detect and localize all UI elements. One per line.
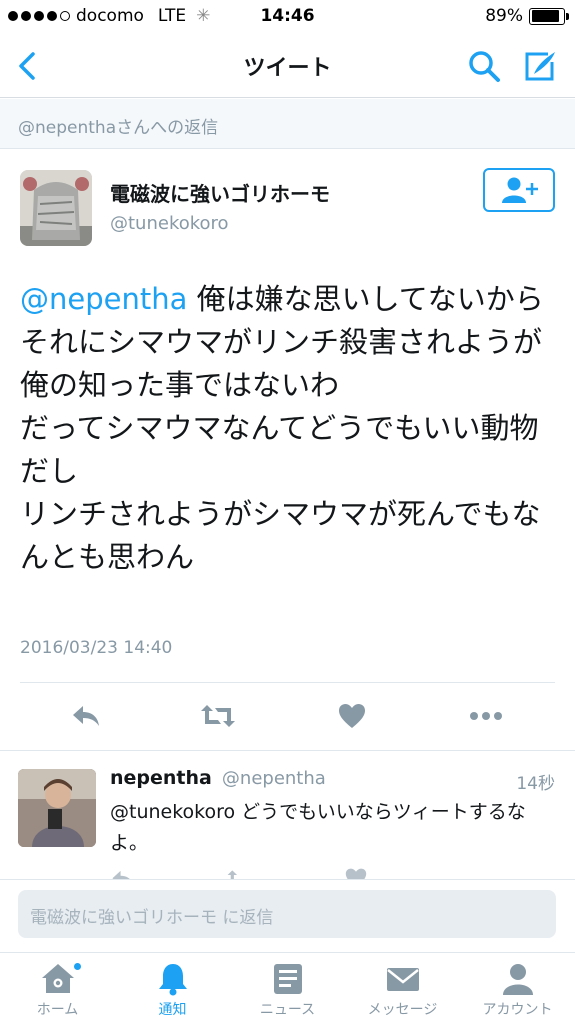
reply-tweet-actions	[110, 867, 550, 879]
tweet-mention-link[interactable]: @nepentha	[20, 282, 187, 316]
tab-home-label: ホーム	[36, 1002, 79, 1018]
tweet-actions	[0, 698, 575, 734]
envelope-icon	[387, 968, 419, 991]
heart-icon[interactable]	[344, 867, 368, 879]
status-bar: docomo LTE ✳ 14:46 89%	[0, 0, 575, 34]
reply-author-handle[interactable]: @nepentha	[222, 768, 326, 789]
retweet-icon[interactable]	[198, 698, 238, 734]
notification-dot	[73, 962, 82, 971]
tab-news-label: ニュース	[259, 1002, 316, 1018]
tweet-timestamp: 2016/03/23 14:40	[20, 638, 173, 658]
battery-percent: 89%	[485, 6, 523, 26]
search-icon[interactable]	[466, 48, 502, 84]
tab-account-label: アカウント	[482, 1002, 553, 1018]
more-options-icon[interactable]	[466, 698, 506, 734]
tweet-line-2: それにシマウマがリンチ殺害されようが俺の知った事ではないわ	[20, 325, 543, 402]
reply-text: @tunekokoro どうでもいいならツィートするなよ。	[110, 801, 526, 854]
tweet-line-4: リンチされようがシマウマが死んでもなんとも思わん	[20, 497, 541, 574]
divider	[20, 682, 555, 683]
reply-icon[interactable]	[66, 698, 106, 734]
heart-icon[interactable]	[332, 698, 372, 734]
main-tweet: 電磁波に強いゴリホーモ @tunekokoro @nepentha 俺は嫌な思い…	[0, 150, 575, 750]
tab-bar: ホーム 通知 ニュース メッセージ アカウント	[0, 952, 575, 1024]
reply-author-avatar[interactable]	[18, 769, 96, 847]
reply-tweet[interactable]: nepentha @nepentha 14秒 @tunekokoro どうでもい…	[0, 751, 575, 879]
tab-account[interactable]: アカウント	[460, 953, 575, 1024]
follow-button[interactable]	[483, 168, 555, 212]
tweet-line-1: @nepentha 俺は嫌な思いしてないから	[20, 278, 560, 321]
reply-input[interactable]: 電磁波に強いゴリホーモ に返信	[18, 890, 556, 938]
person-icon	[503, 964, 533, 995]
status-right: 89%	[485, 6, 569, 26]
tweet-line-3: だってシマウマなんてどうでもいい動物だし	[20, 411, 539, 488]
reply-composer: 電磁波に強いゴリホーモ に返信	[0, 879, 575, 952]
compose-icon[interactable]	[522, 48, 558, 84]
tab-messages[interactable]: メッセージ	[345, 953, 460, 1024]
reply-context-banner[interactable]: @nepenthaさんへの返信	[0, 99, 575, 149]
tab-notifications[interactable]: 通知	[115, 953, 230, 1024]
battery-icon	[529, 7, 569, 25]
add-user-icon	[502, 177, 538, 203]
bell-icon	[159, 964, 187, 996]
home-icon	[42, 964, 74, 993]
reply-author-name[interactable]: nepentha	[110, 767, 212, 789]
author-info[interactable]: 電磁波に強いゴリホーモ @tunekokoro	[110, 178, 330, 234]
tab-messages-label: メッセージ	[367, 1002, 438, 1018]
author-avatar[interactable]	[20, 170, 92, 246]
reply-icon[interactable]	[110, 867, 136, 879]
tab-home[interactable]: ホーム	[0, 953, 115, 1024]
news-icon	[274, 964, 302, 994]
tweet-body: @nepentha 俺は嫌な思いしてないから それにシマウマがリンチ殺害されよう…	[20, 278, 560, 579]
tab-news[interactable]: ニュース	[230, 953, 345, 1024]
author-handle[interactable]: @tunekokoro	[110, 213, 330, 234]
author-name[interactable]: 電磁波に強いゴリホーモ	[110, 178, 330, 207]
retweet-icon[interactable]	[226, 867, 256, 879]
tweet-line-1-text: 俺は嫌な思いしてないから	[187, 282, 544, 316]
navigation-bar: ツイート	[0, 34, 575, 98]
reply-author-info[interactable]: nepentha @nepentha	[110, 767, 326, 789]
tab-notifications-label: 通知	[158, 1002, 187, 1018]
reply-time: 14秒	[516, 774, 555, 794]
